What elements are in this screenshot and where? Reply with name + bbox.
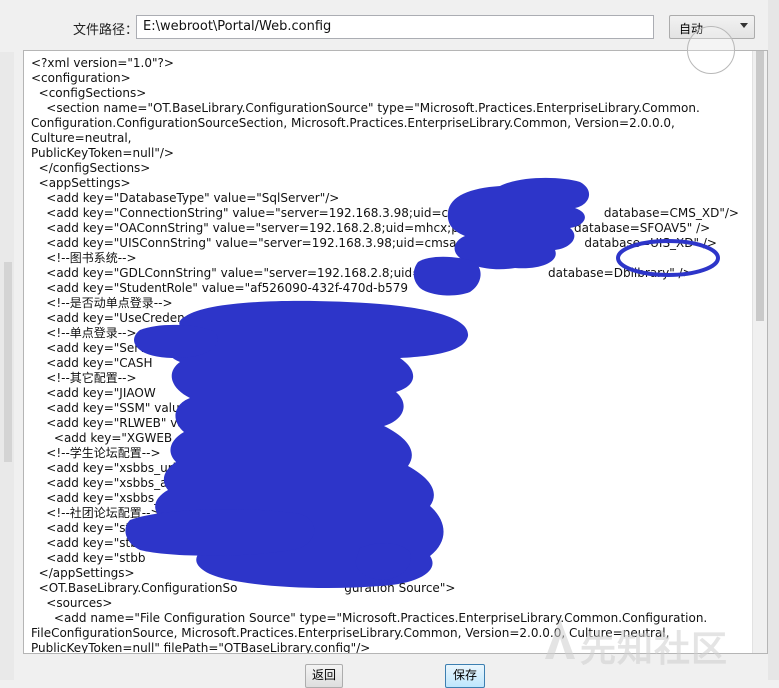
config-line: <add key="xsbbs_api 30c78e"/> — [31, 476, 403, 490]
file-path-input[interactable]: E:\webroot\Portal/Web.config — [136, 15, 654, 39]
config-line: <add key="UISConnString" value="server=1… — [31, 236, 717, 250]
scrollbar-thumb[interactable] — [756, 51, 764, 321]
path-toolbar: 文件路径： E:\webroot\Portal/Web.config 自动 — [0, 0, 779, 52]
config-line: <!--单点登录--> — [31, 326, 137, 340]
config-line: <!--是否动单点登录--> — [31, 296, 173, 310]
config-line: <appSettings> — [31, 176, 131, 190]
config-line: <add key="UseCredence" value="F"/> — [31, 311, 283, 325]
config-line: <add key="xsbbs_url NT/"/> — [31, 461, 369, 475]
chevron-down-icon — [740, 23, 748, 28]
config-line: </configSections> — [31, 161, 151, 175]
save-button[interactable]: 保存 — [445, 664, 485, 688]
config-line: <add key="GDLConnString" value="server=1… — [31, 266, 693, 280]
config-line: <add key="RLWEB" valu /> — [31, 416, 340, 430]
left-panel-edge — [0, 52, 14, 680]
config-line: <add key="stbb /> — [31, 551, 336, 565]
config-line: <sources> — [31, 596, 113, 610]
config-line: <add key="xsbbs_sec 506f"/> — [31, 491, 384, 505]
right-panel-edge — [768, 0, 779, 680]
config-line: <add key="JIAOW ys/" /> — [31, 386, 342, 400]
config-line: <add key="StudentRole" value="af526090-4… — [31, 281, 408, 295]
config-text[interactable]: <?xml version="1.0"?> <configuration> <co… — [31, 56, 753, 653]
config-line: <add key="XGWEB /sys/" /> — [31, 431, 369, 445]
config-line: PublicKeyToken=null"/> — [31, 146, 174, 160]
config-line: <add key="stbb e"/> — [31, 536, 352, 550]
config-line: <add key="CASH — [31, 356, 153, 370]
watermark: 先知社区 — [540, 610, 770, 670]
config-line: <?xml version="1.0"?> — [31, 56, 174, 70]
config-line: <!--图书系统--> — [31, 251, 137, 265]
config-line: <add key="ServiceU aspx"/> — [31, 341, 415, 355]
config-line: <!--其它配置--> — [31, 371, 137, 385]
back-button[interactable]: 返回 — [305, 664, 343, 688]
watermark-text: 先知社区 — [580, 629, 729, 670]
config-line: <add key="SSM" value="http — [31, 401, 228, 415]
cursor-indicator — [687, 26, 735, 74]
config-line: <section name="OT.BaseLibrary.Configurat… — [31, 101, 700, 115]
config-line: <configSections> — [31, 86, 147, 100]
config-line: </appSettings> — [31, 566, 135, 580]
file-path-label: 文件路径： — [73, 23, 139, 38]
config-line: <add key="DatabaseType" value="SqlServer… — [31, 191, 340, 205]
config-editor[interactable]: <?xml version="1.0"?> <configuration> <co… — [23, 50, 768, 654]
config-line: <!--学生论坛配置--> — [31, 446, 161, 460]
config-line: <OT.BaseLibrary.ConfigurationSo guration… — [31, 581, 456, 595]
config-line: <add key="stbbs_url — [31, 521, 174, 535]
config-line: Configuration.ConfigurationSourceSection… — [31, 116, 679, 145]
watermark-logo-icon — [545, 619, 575, 659]
config-line: <add key="ConnectionString" value="serve… — [31, 206, 739, 220]
config-line: <add key="OAConnString" value="server=19… — [31, 221, 711, 235]
editor-vertical-scrollbar[interactable] — [752, 51, 767, 653]
config-line: <configuration> — [31, 71, 131, 85]
config-line: <!--社团论坛配置--> — [31, 506, 161, 520]
left-scrollbar-thumb[interactable] — [4, 262, 12, 462]
